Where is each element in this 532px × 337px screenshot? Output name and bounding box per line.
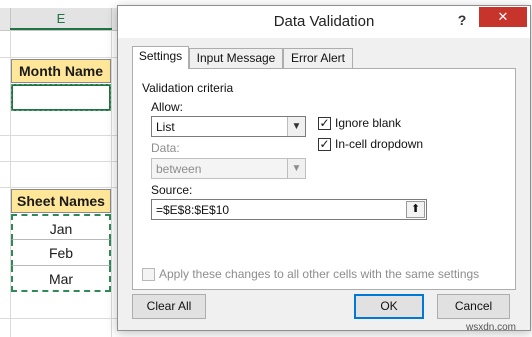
data-dropdown: between ▼ xyxy=(151,158,306,179)
column-selection-indicator xyxy=(10,28,112,30)
ignore-blank-label: Ignore blank xyxy=(335,116,402,130)
help-icon[interactable]: ? xyxy=(452,10,472,30)
gridline xyxy=(111,30,112,337)
gridline xyxy=(0,135,117,136)
settings-panel: Validation criteria Allow: List ▼ Data: … xyxy=(132,68,516,290)
column-header-e[interactable]: E xyxy=(10,8,112,30)
sheet-names-header-cell[interactable]: Sheet Names xyxy=(11,189,111,213)
chevron-down-icon: ▼ xyxy=(287,159,305,178)
checkbox-checked-icon[interactable]: ✓ xyxy=(318,117,331,130)
month-name-input-cell[interactable] xyxy=(11,84,111,111)
source-label: Source: xyxy=(151,183,193,197)
tab-input-message[interactable]: Input Message xyxy=(189,48,283,68)
data-label: Data: xyxy=(151,141,180,155)
gridline xyxy=(0,318,117,319)
collapse-dialog-icon[interactable]: ⬆ xyxy=(406,201,425,218)
data-validation-dialog: Data Validation ? ✕ Settings Input Messa… xyxy=(117,5,531,331)
source-input[interactable]: =$E$8:$E$10 ⬆ xyxy=(151,199,427,220)
cancel-button[interactable]: Cancel xyxy=(437,294,510,319)
tab-settings[interactable]: Settings xyxy=(132,46,189,69)
month-name-header-cell[interactable]: Month Name xyxy=(11,59,111,83)
dialog-titlebar[interactable]: Data Validation ? ✕ xyxy=(118,6,530,38)
apply-to-all-label: Apply these changes to all other cells w… xyxy=(159,267,480,281)
data-dropdown-value: between xyxy=(156,162,202,176)
allow-dropdown-value: List xyxy=(156,120,175,134)
chevron-down-icon[interactable]: ▼ xyxy=(287,117,305,136)
sheet-name-cell[interactable]: Feb xyxy=(11,240,111,266)
gridline xyxy=(0,57,117,58)
checkbox-unchecked-icon xyxy=(142,268,155,281)
gridline xyxy=(0,187,117,188)
sheet-name-cell[interactable]: Jan xyxy=(11,214,111,240)
ok-button[interactable]: OK xyxy=(354,294,424,319)
checkbox-checked-icon[interactable]: ✓ xyxy=(318,138,331,151)
allow-dropdown[interactable]: List ▼ xyxy=(151,116,306,137)
allow-label: Allow: xyxy=(151,100,184,114)
validation-criteria-label: Validation criteria xyxy=(142,81,234,95)
sheet-name-cell[interactable]: Mar xyxy=(11,266,111,292)
tab-error-alert[interactable]: Error Alert xyxy=(283,48,353,68)
in-cell-dropdown-label: In-cell dropdown xyxy=(335,137,424,151)
close-icon[interactable]: ✕ xyxy=(479,7,527,27)
source-input-value: =$E$8:$E$10 xyxy=(156,203,230,217)
gridline xyxy=(0,161,117,162)
watermark: wsxdn.com xyxy=(466,322,517,333)
clear-all-button[interactable]: Clear All xyxy=(132,294,206,319)
